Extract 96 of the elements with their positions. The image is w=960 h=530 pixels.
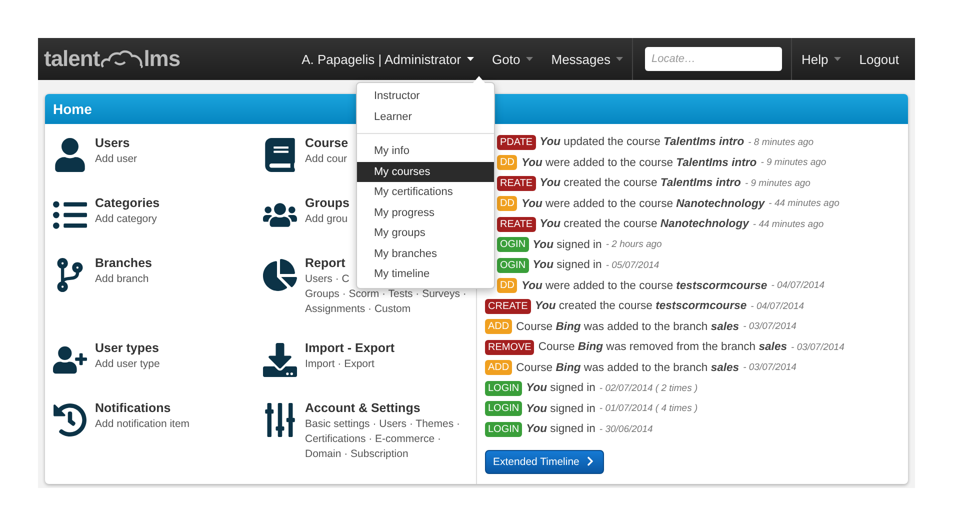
event-text: Course Bing was added to the branch sales [516,362,740,374]
event-time: - 03/07/2014 [791,342,844,353]
book-icon [263,138,297,172]
event-time: - 30/06/2014 [599,424,653,435]
event-badge: PDATE [497,134,536,150]
event-time: - 03/07/2014 [743,321,796,332]
menu-item[interactable]: My progress [357,202,494,223]
section-links[interactable]: Import · Export [305,357,395,372]
event-badge: ADD [485,360,512,376]
event-badge: OGIN [497,237,529,252]
event-text: You signed in [526,382,596,394]
help-menu[interactable]: Help [792,52,850,66]
pie-chart-icon [263,258,297,292]
caret-icon [616,57,624,61]
event-text: You signed in [526,402,596,415]
event-text: You created the course Nanotechnology [540,218,749,230]
user-menu[interactable]: A. Papagelis | Administrator [292,52,484,66]
section-links[interactable]: Add user [95,152,138,167]
section-title[interactable]: Import - Export [305,341,395,355]
caret-icon [834,57,842,61]
event-text: You created the course testscormcourse [534,300,747,312]
event-badge: LOGIN [485,401,522,416]
event-text: You signed in [526,423,596,436]
section-links[interactable]: Basic settings · Users · Themes · [305,417,460,432]
caret-icon [526,57,534,61]
extended-timeline-button[interactable]: Extended Timeline [485,450,604,474]
event-time: - 02/07/2014 ( 2 times ) [599,382,698,394]
event-time: - 8 minutes ago [748,136,814,148]
event-time: - 01/07/2014 ( 4 times ) [599,403,698,414]
event-time: - 44 minutes ago [752,218,824,230]
section-links[interactable]: Add branch [95,272,152,287]
event-text: You updated the course TalentIms intro [540,136,744,148]
event-text: Course Bing was removed from the branch sales [538,341,788,354]
menu-item[interactable]: My branches [357,244,494,264]
sliders-icon [263,403,297,437]
event-badge: CREATE [485,298,531,314]
event-badge: REMOVE [485,340,534,355]
menu-item[interactable]: Learner [357,106,494,127]
user-icon [53,138,87,172]
section-links[interactable]: Groups · Scorm · Tests · Surveys · [305,287,466,302]
section-title[interactable]: Notifications [95,401,190,415]
section-links[interactable]: Assignments · Custom [305,302,466,317]
search-field[interactable]: Locate… [645,47,782,71]
caret-icon [467,57,474,61]
event-text: You were added to the course TalentIms intro [521,156,757,169]
event-time: - 44 minutes ago [768,198,840,210]
section-links[interactable]: Add category [95,212,160,227]
event-badge: REATE [497,176,536,191]
history-icon [53,403,87,437]
event-time: - 04/07/2014 [771,280,825,292]
section-links[interactable]: Add grou [305,212,350,227]
event-badge: DD [497,278,518,294]
event-text: You were added to the course testscormcourse [521,280,768,292]
event-time: - 2 hours ago [606,239,662,250]
section-links[interactable]: Add cour [305,152,348,167]
event-time: - 9 minutes ago [760,157,826,168]
section-links[interactable]: Add user type [95,357,160,372]
nav-menu[interactable]: Messages [542,52,632,66]
section-title[interactable]: User types [95,341,160,355]
event-time: - 9 minutes ago [744,178,810,189]
logo[interactable]: talent lms [44,46,180,72]
event-text: You signed in [532,238,602,251]
event-badge: REATE [497,216,536,232]
menu-item[interactable]: My courses [357,162,494,182]
menu-item[interactable]: My timeline [357,264,494,284]
section-title[interactable]: Users [95,136,138,150]
chevron-icon [585,456,596,467]
section-title[interactable]: Course [305,136,348,150]
event-badge: ADD [485,319,512,334]
event-text: You created the course TalentIms intro [540,177,741,190]
event-badge: OGIN [497,258,529,273]
menu-item[interactable]: My certifications [357,182,494,202]
event-text: You signed in [532,259,602,272]
section-links[interactable]: Domain · Subscription [305,447,460,462]
event-badge: LOGIN [485,422,522,437]
event-text: Course Bing was added to the branch sales [516,320,740,333]
list-icon [53,198,87,232]
menu-item[interactable]: My groups [357,223,494,244]
download-icon [263,343,297,377]
event-text: You were added to the course Nanotechnology [521,198,765,210]
event-badge: LOGIN [485,380,522,396]
section-title[interactable]: Categories [95,196,160,210]
section-title[interactable]: Account & Settings [305,401,460,415]
event-badge: DD [497,196,518,212]
event-time: - 03/07/2014 [743,362,796,374]
section-title[interactable]: Groups [305,196,350,210]
logout-link[interactable]: Logout [850,52,915,66]
section-links[interactable]: Add notification item [95,417,190,432]
nav-menu[interactable]: Goto [483,52,542,66]
event-badge: DD [497,155,518,170]
section-links[interactable]: Certifications · E-commerce · [305,432,460,447]
menu-item[interactable]: My info [357,141,494,162]
event-time: - 04/07/2014 [750,300,804,312]
section-title[interactable]: Branches [95,256,152,270]
cloud-icon [100,49,144,69]
event-time: - 05/07/2014 [606,260,660,271]
